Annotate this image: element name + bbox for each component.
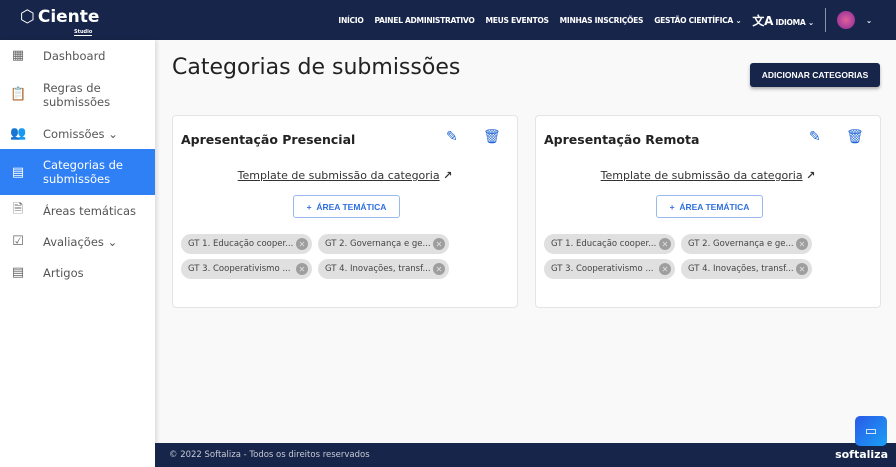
chevron-down-icon: ⌄ [107, 234, 118, 249]
add-category-button[interactable]: ADICIONAR CATEGORIAS [750, 63, 880, 87]
sidebar-item-label: Regras de submissões [43, 80, 111, 109]
card-title: Apresentação Presencial [181, 132, 356, 147]
chip-label: GT 4. Inovações, transf... [325, 264, 431, 274]
sidebar-item-avaliacoes[interactable]: ☑ Avaliações ⌄ [0, 226, 155, 257]
sidebar-item-label: Áreas temáticas [43, 203, 137, 218]
open-in-new-icon: ↗ [806, 169, 816, 182]
area-chip: GT 2. Governança e ge... ✕ [681, 234, 812, 254]
chevron-down-icon[interactable]: ⌄ [866, 16, 872, 25]
close-icon[interactable]: ✕ [796, 238, 808, 250]
chip-label: GT 4. Inovações, transf... [688, 264, 794, 274]
chip-label: GT 1. Educação cooper... [188, 239, 294, 249]
library-icon: ▤ [11, 265, 25, 280]
page-title: Categorias de submissões [172, 55, 461, 80]
chip-label: GT 3. Cooperativismo ... [551, 264, 654, 274]
footer: © 2022 Softaliza - Todos os direitos res… [155, 443, 896, 467]
chat-icon: ▭ [864, 423, 878, 438]
nav-gestao-label: GESTÃO CIENTÍFICA [654, 15, 733, 25]
sidebar-item-categorias[interactable]: ▤ Categorias de submissões [0, 149, 155, 195]
template-link-text[interactable]: Template de submissão da categoria [238, 169, 440, 182]
language-menu[interactable]: 文A IDIOMA ⌄ [752, 12, 814, 29]
checklist-icon: ☑ [12, 234, 24, 249]
chip-label: GT 2. Governança e ge... [688, 239, 794, 249]
delete-icon[interactable]: 🗑 [483, 129, 501, 145]
sidebar-item-label: Categorias de submissões [43, 158, 123, 186]
nav-painel-administrativo[interactable]: PAINEL ADMINISTRATIVO [374, 16, 474, 25]
chevron-down-icon: ⌄ [108, 126, 118, 141]
card-title: Apresentação Remota [544, 132, 700, 147]
chip-label: GT 1. Educação cooper... [551, 239, 657, 249]
language-label: IDIOMA [775, 17, 806, 27]
close-icon[interactable]: ✕ [433, 263, 445, 275]
dashboard-icon: ▦ [11, 48, 25, 63]
sidebar-item-label: Avaliações [43, 234, 104, 249]
sidebar-item-comissoes[interactable]: 👥 Comissões ⌄ [0, 118, 155, 149]
sidebar-item-label: Comissões [43, 126, 105, 141]
add-area-label: ÁREA TEMÁTICA [679, 201, 750, 212]
nav-meus-eventos[interactable]: MEUS EVENTOS [486, 16, 549, 25]
nav-gestao-cientifica[interactable]: GESTÃO CIENTÍFICA ⌄ [654, 16, 741, 25]
sidebar-item-dashboard[interactable]: ▦ Dashboard [0, 40, 155, 71]
template-link[interactable]: Template de submissão da categoria ↗ [173, 169, 517, 182]
close-icon[interactable]: ✕ [796, 263, 808, 275]
sidebar: ▦ Dashboard 📋 Regras de submissões 👥 Comiss… [0, 40, 155, 467]
clipboard-icon: 📋 [10, 87, 27, 102]
sidebar-item-regras[interactable]: 📋 Regras de submissões [0, 71, 120, 118]
nav-divider [824, 8, 826, 32]
area-chip: GT 4. Inovações, transf... ✕ [318, 259, 449, 279]
add-area-button[interactable]: + ÁREA TEMÁTICA [293, 195, 400, 218]
logo-icon: ⬡ [20, 7, 35, 27]
area-chip: GT 3. Cooperativismo ... ✕ [181, 259, 312, 279]
edit-icon[interactable]: ✎ [446, 129, 458, 145]
close-icon[interactable]: ✕ [296, 263, 308, 275]
delete-icon[interactable]: 🗑 [846, 129, 864, 145]
softaliza-logo[interactable]: softaliza [835, 448, 888, 461]
ciente-logo[interactable]: ⬡ Ciente Studio [20, 7, 100, 36]
chat-button[interactable]: ▭ [855, 416, 887, 446]
category-card: Apresentação Presencial ✎ 🗑 Template de … [172, 115, 518, 308]
close-icon[interactable]: ✕ [659, 263, 671, 275]
avatar[interactable] [836, 11, 855, 29]
calendar-icon: ▤ [11, 164, 25, 180]
close-icon[interactable]: ✕ [659, 238, 671, 250]
logo-subtext: Studio [74, 29, 93, 36]
chip-label: GT 2. Governança e ge... [325, 239, 431, 249]
sidebar-item-areas[interactable]: 🗎 Áreas temáticas [0, 195, 155, 226]
add-area-button[interactable]: + ÁREA TEMÁTICA [656, 195, 763, 218]
chevron-down-icon: ⌄ [807, 17, 814, 27]
add-area-label: ÁREA TEMÁTICA [316, 201, 387, 212]
open-in-new-icon: ↗ [443, 169, 453, 182]
plus-icon: + [306, 201, 312, 212]
area-chip: GT 2. Governança e ge... ✕ [318, 234, 449, 254]
top-navbar: ⬡ Ciente Studio INÍCIO PAINEL ADMINISTRATI… [0, 0, 896, 40]
sidebar-item-label: Dashboard [43, 48, 106, 63]
area-chip: GT 4. Inovações, transf... ✕ [681, 259, 812, 279]
chevron-down-icon: ⌄ [735, 15, 742, 25]
plus-icon: + [669, 201, 675, 212]
area-chip: GT 1. Educação cooper... ✕ [181, 234, 312, 254]
close-icon[interactable]: ✕ [433, 238, 445, 250]
category-card: Apresentação Remota ✎ 🗑 Template de subm… [535, 115, 881, 308]
sidebar-item-label: Artigos [43, 265, 84, 280]
template-link[interactable]: Template de submissão da categoria ↗ [536, 169, 880, 182]
nav-minhas-inscricoes[interactable]: MINHAS INSCRIÇÕES [560, 16, 644, 25]
edit-icon[interactable]: ✎ [809, 129, 821, 145]
template-link-text[interactable]: Template de submissão da categoria [601, 169, 803, 182]
close-icon[interactable]: ✕ [296, 238, 308, 250]
copyright-text: © 2022 Softaliza - Todos os direitos res… [169, 450, 370, 460]
people-icon: 👥 [10, 126, 27, 141]
sidebar-item-artigos[interactable]: ▤ Artigos [0, 257, 155, 288]
chip-label: GT 3. Cooperativismo ... [188, 264, 291, 274]
note-add-icon: 🗎 [12, 201, 24, 217]
nav-inicio[interactable]: INÍCIO [338, 16, 363, 25]
translate-icon: 文A [752, 13, 774, 28]
area-chip: GT 3. Cooperativismo ... ✕ [544, 259, 675, 279]
area-chip: GT 1. Educação cooper... ✕ [544, 234, 675, 254]
logo-text: Ciente [37, 7, 100, 27]
